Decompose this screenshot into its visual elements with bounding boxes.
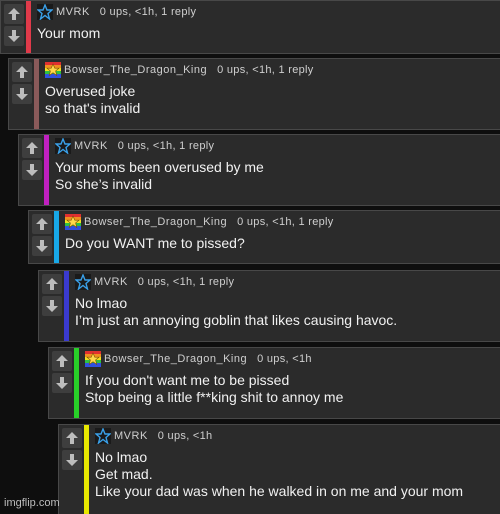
down-arrow-icon: [55, 377, 68, 389]
downvote-button[interactable]: [11, 84, 32, 104]
username-link[interactable]: Bowser_The_Dragon_King: [64, 64, 207, 76]
up-arrow-icon: [7, 8, 20, 20]
up-arrow-icon: [65, 432, 78, 444]
up-arrow-icon: [35, 218, 48, 230]
upvote-button[interactable]: [51, 351, 72, 371]
comment-stats: 0 ups, <1h, 1 reply: [99, 6, 197, 18]
downvote-button[interactable]: [51, 373, 72, 393]
comment: MVRK 0 ups, <1h, 1 reply No lmao I’m jus…: [38, 270, 500, 342]
vote-controls: [1, 1, 26, 53]
comment-meta: MVRK 0 ups, <1h, 1 reply: [75, 273, 500, 291]
comment-line: Do you WANT me to pissed?: [65, 235, 245, 251]
comment-meta: MVRK 0 ups, <1h: [95, 427, 500, 445]
comment: Bowser_The_Dragon_King 0 ups, <1h If you…: [48, 347, 500, 419]
blue-star-icon[interactable]: [37, 4, 53, 20]
comment-line: Your mom: [37, 25, 101, 41]
comment-stats: 0 ups, <1h, 1 reply: [137, 276, 235, 288]
rainbow-star-icon[interactable]: [85, 351, 101, 367]
comment-meta: Bowser_The_Dragon_King 0 ups, <1h, 1 rep…: [65, 213, 500, 231]
username-link[interactable]: MVRK: [94, 276, 128, 288]
comment: MVRK 0 ups, <1h, 1 reply Your moms been …: [18, 134, 500, 206]
upvote-button[interactable]: [31, 214, 52, 234]
up-arrow-icon: [55, 355, 68, 367]
vote-controls: [9, 59, 34, 129]
up-arrow-icon: [25, 142, 38, 154]
comment: Bowser_The_Dragon_King 0 ups, <1h, 1 rep…: [8, 58, 500, 130]
blue-star-icon[interactable]: [95, 428, 111, 444]
comment-line: Like your dad was when he walked in on m…: [95, 483, 464, 499]
comment-text: Do you WANT me to pissed?: [65, 235, 500, 252]
comment: MVRK 0 ups, <1h No lmao Get mad. Like yo…: [58, 424, 500, 514]
comment-stats: 0 ups, <1h, 1 reply: [117, 140, 215, 152]
username-link[interactable]: Bowser_The_Dragon_King: [84, 216, 227, 228]
comment-line: No lmao: [95, 449, 148, 465]
down-arrow-icon: [7, 30, 20, 42]
comment-text: No lmao Get mad. Like your dad was when …: [95, 449, 500, 500]
up-arrow-icon: [15, 66, 28, 78]
comment-line: so that's invalid: [45, 100, 141, 116]
upvote-button[interactable]: [41, 274, 62, 294]
comment-content: MVRK 0 ups, <1h, 1 reply No lmao I’m jus…: [69, 271, 500, 341]
upvote-button[interactable]: [3, 4, 24, 24]
comment-text: Your mom: [37, 25, 500, 42]
comment-content: MVRK 0 ups, <1h, 1 reply Your moms been …: [49, 135, 500, 205]
watermark: imgflip.com: [4, 497, 60, 509]
down-arrow-icon: [35, 240, 48, 252]
comment-line: Stop being a little f**king shit to anno…: [85, 389, 344, 405]
vote-controls: [19, 135, 44, 205]
comment-content: Bowser_The_Dragon_King 0 ups, <1h, 1 rep…: [59, 211, 500, 263]
comment-stats: 0 ups, <1h: [157, 430, 213, 442]
username-link[interactable]: MVRK: [74, 140, 108, 152]
rainbow-star-icon[interactable]: [45, 62, 61, 78]
comment-text: Overused joke so that's invalid: [45, 83, 500, 117]
blue-star-icon[interactable]: [55, 138, 71, 154]
comment-content: Bowser_The_Dragon_King 0 ups, <1h, 1 rep…: [39, 59, 500, 129]
vote-controls: [39, 271, 64, 341]
username-link[interactable]: MVRK: [56, 6, 90, 18]
downvote-button[interactable]: [61, 450, 82, 470]
comment-meta: Bowser_The_Dragon_King 0 ups, <1h: [85, 350, 500, 368]
comment-line: No lmao: [75, 295, 128, 311]
vote-controls: [49, 348, 74, 418]
comment-content: MVRK 0 ups, <1h No lmao Get mad. Like yo…: [89, 425, 500, 514]
blue-star-icon[interactable]: [75, 274, 91, 290]
comment-text: No lmao I’m just an annoying goblin that…: [75, 295, 500, 329]
downvote-button[interactable]: [21, 160, 42, 180]
comment-meta: MVRK 0 ups, <1h, 1 reply: [37, 3, 500, 21]
comment-line: Your moms been overused by me: [55, 159, 264, 175]
comment-stats: 0 ups, <1h, 1 reply: [217, 64, 314, 76]
comment-line: So she’s invalid: [55, 176, 153, 192]
downvote-button[interactable]: [31, 236, 52, 256]
downvote-button[interactable]: [41, 296, 62, 316]
comment-text: If you don't want me to be pissed Stop b…: [85, 372, 500, 406]
comment-stats: 0 ups, <1h: [257, 353, 312, 365]
down-arrow-icon: [65, 454, 78, 466]
down-arrow-icon: [45, 300, 58, 312]
comment-content: Bowser_The_Dragon_King 0 ups, <1h If you…: [79, 348, 500, 418]
upvote-button[interactable]: [11, 62, 32, 82]
comment-line: Get mad.: [95, 466, 153, 482]
comment-meta: MVRK 0 ups, <1h, 1 reply: [55, 137, 500, 155]
down-arrow-icon: [15, 88, 28, 100]
comment-stats: 0 ups, <1h, 1 reply: [237, 216, 334, 228]
rainbow-star-icon[interactable]: [65, 214, 81, 230]
comment-content: MVRK 0 ups, <1h, 1 reply Your mom: [31, 1, 500, 53]
upvote-button[interactable]: [61, 428, 82, 448]
vote-controls: [59, 425, 84, 514]
comment: MVRK 0 ups, <1h, 1 reply Your mom: [0, 0, 500, 54]
comment-line: I’m just an annoying goblin that likes c…: [75, 312, 398, 328]
upvote-button[interactable]: [21, 138, 42, 158]
username-link[interactable]: MVRK: [114, 430, 148, 442]
vote-controls: [29, 211, 54, 263]
comment-meta: Bowser_The_Dragon_King 0 ups, <1h, 1 rep…: [45, 61, 500, 79]
username-link[interactable]: Bowser_The_Dragon_King: [104, 353, 247, 365]
down-arrow-icon: [25, 164, 38, 176]
comment: Bowser_The_Dragon_King 0 ups, <1h, 1 rep…: [28, 210, 500, 264]
comment-text: Your moms been overused by me So she’s i…: [55, 159, 500, 193]
comment-line: If you don't want me to be pissed: [85, 372, 290, 388]
downvote-button[interactable]: [3, 26, 24, 46]
comment-line: Overused joke: [45, 83, 136, 99]
up-arrow-icon: [45, 278, 58, 290]
